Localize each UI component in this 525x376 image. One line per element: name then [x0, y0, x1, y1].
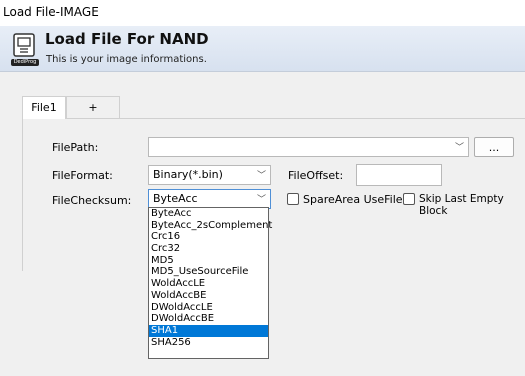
filepath-combo[interactable]: ﹀ — [148, 137, 469, 157]
fileoffset-input[interactable] — [356, 164, 442, 186]
checksum-option-selected[interactable]: SHA1 — [149, 324, 268, 337]
fileformat-combo[interactable]: Binary(*.bin) ﹀ — [148, 165, 271, 185]
header-title: Load File For NAND — [45, 30, 209, 48]
checksum-option[interactable]: DWoldAccLE — [149, 302, 268, 314]
filechecksum-combo[interactable]: ByteAcc ﹀ — [148, 189, 271, 209]
checksum-option[interactable]: ByteAcc — [149, 208, 268, 220]
checksum-option[interactable]: WoldAccLE — [149, 278, 268, 290]
header-subtitle: This is your image informations. — [46, 54, 207, 65]
browse-button[interactable]: ... — [474, 137, 514, 157]
fileoffset-label: FileOffset: — [288, 169, 344, 182]
checksum-option[interactable]: Crc16 — [149, 231, 268, 243]
checksum-option[interactable]: SHA256 — [149, 337, 268, 349]
checksum-option[interactable]: ByteAcc_2sComplement — [149, 220, 272, 232]
chevron-down-icon[interactable]: ﹀ — [257, 192, 266, 205]
chevron-down-icon[interactable]: ﹀ — [455, 140, 464, 153]
file-tab-area: File1 + — [22, 96, 525, 271]
chevron-down-icon[interactable]: ﹀ — [257, 168, 266, 181]
filechecksum-label: FileChecksum: — [52, 194, 132, 207]
checksum-dropdown-list[interactable]: ByteAcc ByteAcc_2sComplement Crc16 Crc32… — [148, 207, 272, 359]
tab-file1[interactable]: File1 — [22, 96, 66, 119]
skip-last-checkbox[interactable] — [403, 193, 415, 205]
checksum-option[interactable]: MD5_UseSourceFile — [149, 266, 268, 278]
fileformat-value: Binary(*.bin) — [153, 168, 223, 181]
fileformat-label: FileFormat: — [52, 169, 113, 182]
browse-button-label: ... — [488, 141, 500, 154]
filepath-label: FilePath: — [52, 141, 99, 154]
spare-area-checkbox[interactable] — [287, 193, 299, 205]
checksum-option[interactable]: MD5 — [149, 255, 268, 267]
tab-add-label: + — [88, 101, 98, 114]
checksum-option[interactable]: DWoldAccBE — [149, 313, 268, 325]
window-title: Load File-IMAGE — [3, 5, 99, 19]
skip-last-label[interactable]: Skip Last Empty Block — [419, 193, 525, 217]
logo-text: DediProg — [11, 59, 39, 66]
tab-add[interactable]: + — [66, 96, 120, 118]
window-titlebar: Load File-IMAGE — [0, 0, 525, 26]
header-banner: DediProg Load File For NAND This is your… — [0, 26, 525, 72]
checksum-option[interactable]: WoldAccBE — [149, 290, 268, 302]
checksum-option[interactable]: Crc32 — [149, 243, 268, 255]
tab-file1-label: File1 — [31, 101, 57, 114]
spare-area-label[interactable]: SpareArea UseFile — [303, 193, 403, 206]
filechecksum-value: ByteAcc — [153, 192, 198, 205]
